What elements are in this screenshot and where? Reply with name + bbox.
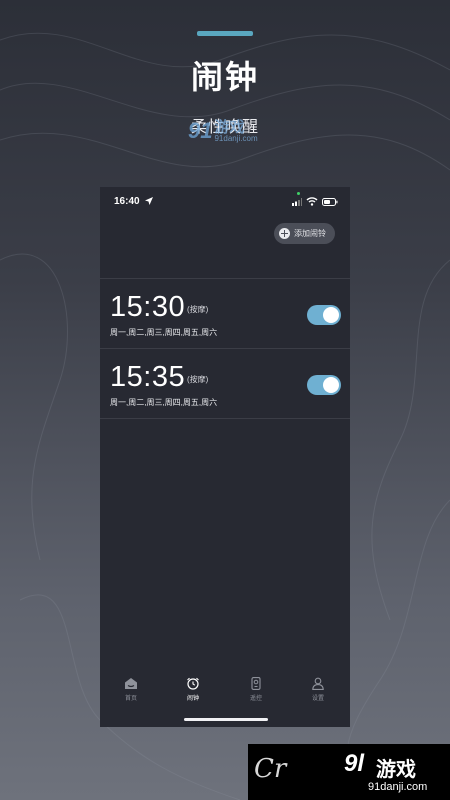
watermark-logo-brand: 游戏 <box>376 759 416 781</box>
watermark-brand: 游戏 <box>214 118 245 136</box>
home-icon <box>125 678 137 689</box>
alarm-clock-icon <box>187 677 199 690</box>
watermark-number: 91 <box>188 118 213 143</box>
tab-remote-label: 遥控 <box>249 696 262 702</box>
plus-circle-icon <box>279 228 290 239</box>
add-alarm-label: 添加闹铃 <box>294 229 326 238</box>
watermark-url: 91danji.com <box>214 133 258 143</box>
wifi-icon <box>306 197 318 206</box>
tab-settings[interactable]: 设置 <box>293 673 343 709</box>
alarm-toggle[interactable] <box>307 305 341 325</box>
watermark-logo-number: 9l <box>344 750 365 777</box>
home-indicator <box>184 718 268 721</box>
tab-home[interactable]: 首页 <box>106 673 156 709</box>
tab-alarm[interactable]: 闹钟 <box>168 673 218 709</box>
promo-title: 闹钟 <box>190 59 259 95</box>
status-time: 16:40 <box>114 196 140 207</box>
alarm-repeat-days: 周一,周二,周三,周四,周五,周六 <box>110 328 218 337</box>
alarm-row[interactable]: 15:35 (按摩) 周一,周二,周三,周四,周五,周六 <box>100 349 350 418</box>
toggle-knob <box>323 377 339 393</box>
alarm-row[interactable]: 15:30 (按摩) 周一,周二,周三,周四,周五,周六 <box>100 279 350 348</box>
tab-alarm-label: 闹钟 <box>186 696 199 702</box>
alarm-time: 15:30 <box>110 291 186 323</box>
watermark-logo-url: 91danji.com <box>368 781 428 793</box>
remote-icon <box>251 677 261 690</box>
toggle-knob <box>323 307 339 323</box>
user-icon <box>312 677 324 690</box>
alarm-time: 15:35 <box>110 361 186 393</box>
alarm-label: (按摩) <box>187 305 209 314</box>
status-bar: 16:40 <box>100 187 350 217</box>
tab-home-label: 首页 <box>124 696 137 702</box>
location-arrow-icon <box>145 197 153 205</box>
list-divider <box>100 418 350 419</box>
accent-bar <box>197 31 253 36</box>
watermark-cr-logo: Cr <box>254 754 287 784</box>
alarm-label: (按摩) <box>187 375 209 384</box>
phone-screen: 16:40 添加闹铃 15:30 (按摩) 周一,周二,周三,周四,周五,周六 … <box>100 187 350 727</box>
alarm-toggle[interactable] <box>307 375 341 395</box>
tab-remote[interactable]: 遥控 <box>231 673 281 709</box>
privacy-indicator-dot <box>297 192 300 195</box>
alarm-repeat-days: 周一,周二,周三,周四,周五,周六 <box>110 398 218 407</box>
battery-icon <box>322 198 338 206</box>
watermark-top: 91 游戏 91danji.com <box>188 114 258 148</box>
add-alarm-button[interactable]: 添加闹铃 <box>274 223 335 244</box>
watermark-bottom: Cr 9l 游戏 91danji.com <box>248 744 450 800</box>
signal-icon <box>292 198 302 206</box>
tab-settings-label: 设置 <box>311 696 324 702</box>
